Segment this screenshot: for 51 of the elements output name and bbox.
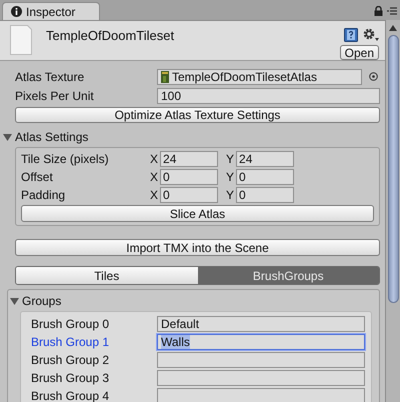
scrollbar[interactable] <box>385 20 400 402</box>
number-field[interactable]: 100 <box>157 88 380 104</box>
scroll-thumb[interactable] <box>388 35 398 303</box>
view-tab[interactable]: BrushGroups <box>198 267 379 284</box>
file-icon <box>10 25 32 55</box>
optimize-button[interactable]: Optimize Atlas Texture Settings <box>15 107 380 123</box>
number-field[interactable]: 0 <box>236 187 294 203</box>
group-name-field[interactable] <box>157 370 365 386</box>
inspector-tab[interactable]: Inspector <box>2 2 100 20</box>
axis-label: Y <box>226 152 234 166</box>
group-label: Brush Group 1 <box>31 335 110 349</box>
foldout-arrow-icon[interactable] <box>10 296 19 306</box>
group-name-field[interactable]: Default <box>157 316 365 332</box>
group-label: Brush Group 3 <box>31 371 110 385</box>
group-label: Brush Group 2 <box>31 353 110 367</box>
section-title: Atlas Settings <box>15 130 88 144</box>
menu-icon[interactable] <box>387 7 397 15</box>
axis-label: X <box>150 188 158 202</box>
number-field[interactable]: 0 <box>160 187 218 203</box>
object-field[interactable]: TempleOfDoomTilesetAtlas <box>157 68 362 84</box>
group-name-field[interactable] <box>157 388 365 402</box>
scroll-up-icon[interactable] <box>389 25 397 31</box>
foldout-arrow-icon[interactable] <box>3 132 12 142</box>
field-label: Padding <box>21 188 66 202</box>
slice-button[interactable]: Slice Atlas <box>21 205 374 222</box>
field-label: Tile Size (pixels) <box>21 152 110 166</box>
field-label: Atlas Texture <box>15 70 86 84</box>
number-field[interactable]: 24 <box>160 151 218 167</box>
lock-icon[interactable] <box>374 6 383 16</box>
section-title: Groups <box>22 294 62 308</box>
axis-label: X <box>150 170 158 184</box>
info-icon <box>11 6 22 17</box>
import-button[interactable]: Import TMX into the Scene <box>15 239 380 256</box>
axis-label: Y <box>226 170 234 184</box>
field-label: Offset <box>21 170 54 184</box>
texture-icon <box>161 70 169 82</box>
group-name-field[interactable]: Walls <box>157 334 365 350</box>
axis-label: Y <box>226 188 234 202</box>
object-picker-icon[interactable] <box>369 72 378 81</box>
number-field[interactable]: 0 <box>160 169 218 185</box>
view-tab[interactable]: Tiles <box>16 267 198 284</box>
gear-icon[interactable] <box>363 28 379 42</box>
group-name-field[interactable] <box>157 352 365 368</box>
number-field[interactable]: 24 <box>236 151 294 167</box>
axis-label: X <box>150 152 158 166</box>
open-button[interactable]: Open <box>340 45 379 60</box>
help-book-icon[interactable] <box>344 28 358 42</box>
number-field[interactable]: 0 <box>236 169 294 185</box>
asset-title: TempleOfDoomTileset <box>46 28 176 45</box>
field-label: Pixels Per Unit <box>15 88 95 102</box>
group-label: Brush Group 0 <box>31 317 110 331</box>
